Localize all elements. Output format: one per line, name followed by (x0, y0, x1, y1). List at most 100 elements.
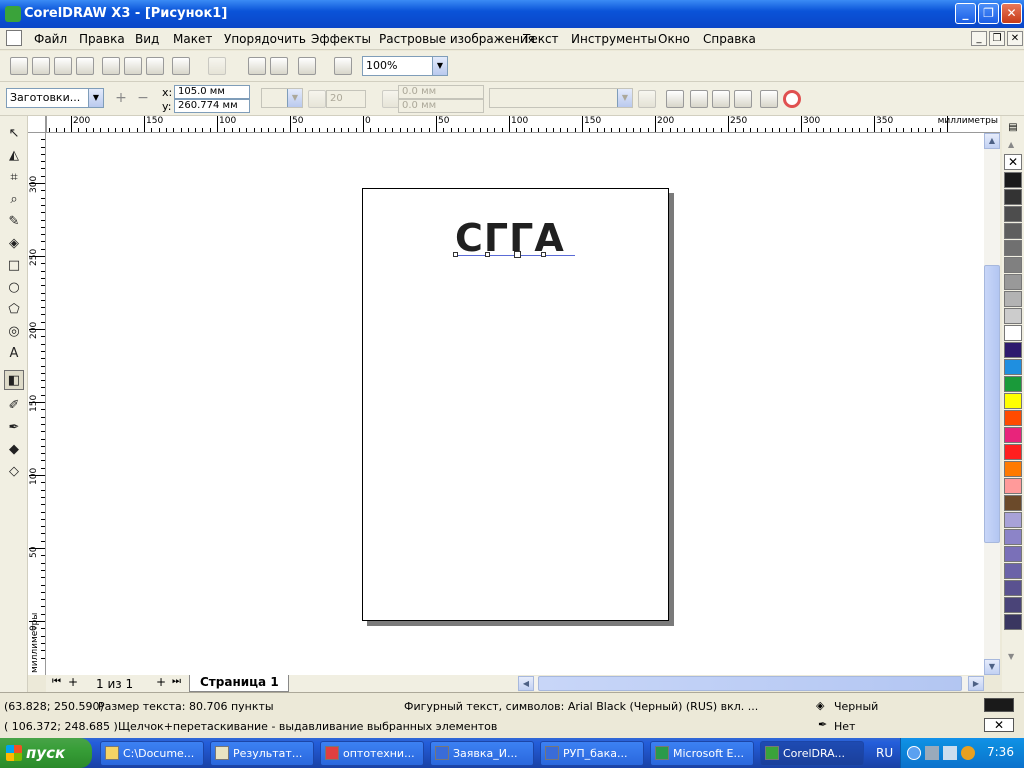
cut-icon[interactable] (102, 57, 120, 75)
interactive-fill-tool-icon[interactable]: ◇ (4, 462, 24, 482)
task-coreldraw[interactable]: CorelDRA... (760, 741, 864, 766)
color-swatch[interactable] (1004, 376, 1022, 392)
scroll-left-button[interactable]: ◀ (518, 676, 534, 691)
menu-layout[interactable]: Макет (173, 32, 212, 46)
color-swatch[interactable] (1004, 597, 1022, 613)
palette-scroll-down-icon[interactable]: ▼ (1008, 652, 1014, 661)
doc-minimize-button[interactable]: _ (971, 31, 987, 46)
scroll-down-button[interactable]: ▼ (984, 659, 1000, 675)
menu-tools[interactable]: Инструменты (571, 32, 657, 46)
vertical-scrollbar[interactable]: ▲ ▼ (984, 133, 1000, 675)
selection-node[interactable] (453, 252, 458, 257)
menu-text[interactable]: Текст (523, 32, 559, 46)
doc-close-button[interactable]: ✕ (1007, 31, 1023, 46)
extrusion-type-select[interactable]: ▼ (261, 88, 303, 108)
color-swatch[interactable] (1004, 614, 1022, 630)
remove-preset-icon[interactable]: − (134, 90, 152, 108)
vanishing-point-icon[interactable] (308, 90, 326, 108)
color-swatch[interactable] (1004, 359, 1022, 375)
start-button[interactable]: пуск (0, 738, 92, 768)
color-swatch[interactable] (1004, 563, 1022, 579)
clock[interactable]: 7:36 (987, 745, 1014, 759)
copy-extrude-icon[interactable] (760, 90, 778, 108)
application-launcher-icon[interactable] (298, 57, 316, 75)
outline-none-swatch[interactable]: ✕ (984, 718, 1014, 732)
export-icon[interactable] (270, 57, 288, 75)
title-bar[interactable]: CorelDRAW X3 - [Рисунок1] _ ❐ ✕ (0, 0, 1024, 28)
color-swatch[interactable] (1004, 274, 1022, 290)
menu-help[interactable]: Справка (703, 32, 756, 46)
last-page-button[interactable]: ⏭ (172, 676, 181, 687)
add-page-before-button[interactable]: + (68, 675, 78, 689)
zoom-tool-icon[interactable]: ⌕ (4, 190, 24, 210)
fill-color-swatch[interactable] (984, 698, 1014, 712)
open-icon[interactable] (32, 57, 50, 75)
color-swatch[interactable] (1004, 512, 1022, 528)
first-page-button[interactable]: ⏮ (52, 676, 61, 687)
extrude-rotation-icon[interactable] (666, 90, 684, 108)
restore-button[interactable]: ❐ (978, 3, 999, 24)
clear-extrude-icon[interactable] (783, 90, 801, 108)
task-results[interactable]: Результат... (210, 741, 314, 766)
preset-select[interactable]: Заготовки... ▼ (6, 88, 104, 108)
language-indicator[interactable]: RU (876, 746, 893, 760)
color-swatch[interactable] (1004, 223, 1022, 239)
volume-icon[interactable] (943, 746, 957, 760)
color-swatch[interactable] (1004, 495, 1022, 511)
menu-bitmaps[interactable]: Растровые изображения (379, 32, 535, 46)
menu-window[interactable]: Окно (658, 32, 690, 46)
pick-tool-icon[interactable]: ↖ (4, 124, 24, 144)
task-excel[interactable]: Microsoft E... (650, 741, 754, 766)
save-icon[interactable] (54, 57, 72, 75)
color-swatch[interactable] (1004, 478, 1022, 494)
add-preset-icon[interactable]: + (112, 90, 130, 108)
document-icon[interactable] (6, 30, 22, 46)
lighting-icon[interactable] (734, 90, 752, 108)
document-page[interactable]: СГГА (362, 188, 669, 621)
doc-restore-button[interactable]: ❐ (989, 31, 1005, 46)
vanishing-point-select[interactable]: ▼ (489, 88, 633, 108)
color-swatch[interactable] (1004, 189, 1022, 205)
lock-vanishing-icon[interactable] (638, 90, 656, 108)
selection-node[interactable] (541, 252, 546, 257)
horizontal-ruler[interactable]: миллиметры 200 150 100 50 0 50 100 150 200 250 300… (46, 116, 1000, 133)
ellipse-tool-icon[interactable]: ○ (4, 278, 24, 298)
tray-expand-icon[interactable] (907, 746, 921, 760)
color-swatch[interactable] (1004, 240, 1022, 256)
freehand-tool-icon[interactable]: ✎ (4, 212, 24, 232)
outline-tool-icon[interactable]: ✒ (4, 418, 24, 438)
color-swatch[interactable] (1004, 393, 1022, 409)
color-swatch[interactable] (1004, 546, 1022, 562)
import-icon[interactable] (248, 57, 266, 75)
welcome-screen-icon[interactable] (334, 57, 352, 75)
color-swatch[interactable] (1004, 580, 1022, 596)
color-swatch[interactable] (1004, 410, 1022, 426)
color-swatch[interactable] (1004, 291, 1022, 307)
horizontal-scrollbar[interactable]: ◀ ▶ (518, 676, 984, 691)
redo-icon[interactable] (208, 57, 226, 75)
update-icon[interactable] (961, 746, 975, 760)
color-swatch[interactable] (1004, 172, 1022, 188)
undo-icon[interactable] (172, 57, 190, 75)
task-pdf[interactable]: оптотехни... (320, 741, 424, 766)
ruler-origin[interactable] (28, 116, 46, 133)
menu-effects[interactable]: Эффекты (311, 32, 371, 46)
extrude-tool-icon[interactable]: ◧ (4, 370, 24, 390)
zoom-level-select[interactable]: 100% ▼ (362, 56, 448, 76)
color-swatch[interactable] (1004, 308, 1022, 324)
basic-shapes-tool-icon[interactable]: ◎ (4, 322, 24, 342)
horizontal-scroll-thumb[interactable] (538, 676, 962, 691)
drawing-canvas[interactable]: СГГА (46, 133, 984, 675)
menu-view[interactable]: Вид (135, 32, 159, 46)
add-page-after-button[interactable]: + (156, 675, 166, 689)
close-button[interactable]: ✕ (1001, 3, 1022, 24)
fill-tool-icon[interactable]: ◆ (4, 440, 24, 460)
polygon-tool-icon[interactable]: ⬠ (4, 300, 24, 320)
minimize-button[interactable]: _ (955, 3, 976, 24)
depth-field[interactable]: 20 (326, 90, 366, 108)
print-icon[interactable] (76, 57, 94, 75)
no-color-swatch[interactable]: ✕ (1004, 154, 1022, 170)
offset-y-field[interactable]: 0.0 мм (398, 99, 484, 113)
artistic-text-object[interactable]: СГГА (455, 216, 565, 260)
palette-scroll-up-icon[interactable]: ▲ (1008, 140, 1014, 149)
